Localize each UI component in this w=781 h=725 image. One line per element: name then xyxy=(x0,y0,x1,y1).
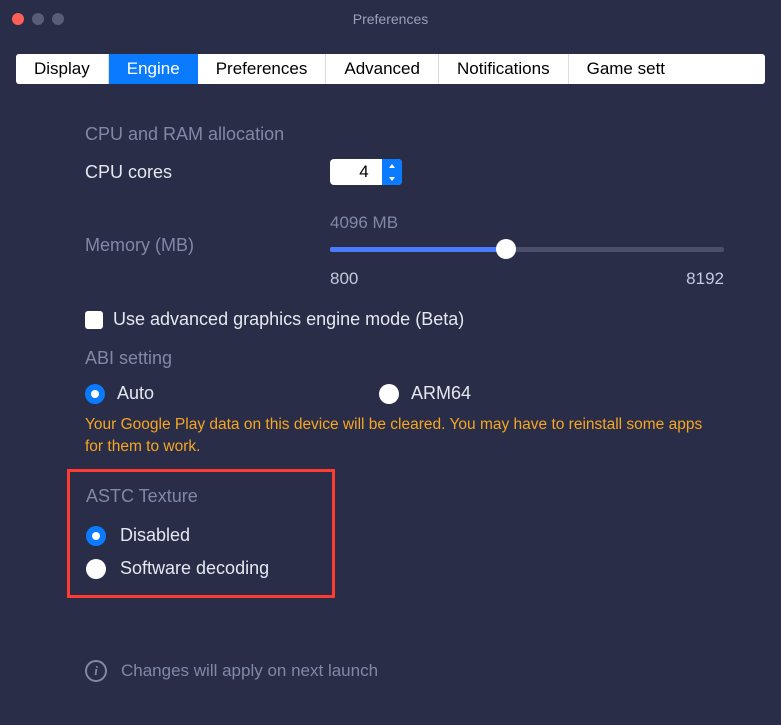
tab-advanced[interactable]: Advanced xyxy=(326,54,439,84)
abi-warning: Your Google Play data on this device wil… xyxy=(85,414,736,457)
window-title: Preferences xyxy=(353,11,428,27)
chevron-down-icon xyxy=(389,177,395,181)
memory-slider-group: 4096 MB 800 8192 xyxy=(330,213,736,289)
astc-section-title: ASTC Texture xyxy=(86,486,316,507)
memory-value: 4096 MB xyxy=(330,213,724,233)
info-icon: i xyxy=(85,660,107,682)
astc-disabled-group[interactable]: Disabled xyxy=(86,525,316,546)
abi-arm64-label: ARM64 xyxy=(411,383,471,404)
abi-auto-group[interactable]: Auto xyxy=(85,383,365,404)
abi-section-title: ABI setting xyxy=(85,348,736,369)
chevron-up-icon xyxy=(389,164,395,168)
info-row: i Changes will apply on next launch xyxy=(85,660,736,682)
cpu-cores-label: CPU cores xyxy=(85,162,330,183)
maximize-window-button[interactable] xyxy=(52,13,64,25)
tab-preferences[interactable]: Preferences xyxy=(198,54,327,84)
tab-game-settings[interactable]: Game sett xyxy=(569,54,683,84)
content-area: CPU and RAM allocation CPU cores 4 Memor… xyxy=(0,84,781,702)
abi-radio-row: Auto ARM64 xyxy=(85,383,736,404)
stepper-arrows[interactable] xyxy=(382,159,402,185)
info-text: Changes will apply on next launch xyxy=(121,661,378,681)
minimize-window-button[interactable] xyxy=(32,13,44,25)
memory-range-labels: 800 8192 xyxy=(330,269,724,289)
memory-row: Memory (MB) 4096 MB 800 8192 xyxy=(85,213,736,289)
memory-slider[interactable] xyxy=(330,239,724,259)
advanced-graphics-label: Use advanced graphics engine mode (Beta) xyxy=(113,309,464,330)
astc-software-group[interactable]: Software decoding xyxy=(86,558,316,579)
astc-highlight-box: ASTC Texture Disabled Software decoding xyxy=(67,469,335,598)
memory-label: Memory (MB) xyxy=(85,213,330,256)
close-window-button[interactable] xyxy=(12,13,24,25)
memory-max: 8192 xyxy=(686,269,724,289)
tab-bar: Display Engine Preferences Advanced Noti… xyxy=(16,54,765,84)
titlebar: Preferences xyxy=(0,0,781,38)
tab-display[interactable]: Display xyxy=(16,54,109,84)
cpu-cores-row: CPU cores 4 xyxy=(85,159,736,185)
astc-software-radio[interactable] xyxy=(86,559,106,579)
abi-arm64-radio[interactable] xyxy=(379,384,399,404)
tab-engine[interactable]: Engine xyxy=(109,54,198,84)
traffic-lights xyxy=(12,13,64,25)
abi-arm64-group[interactable]: ARM64 xyxy=(379,383,471,404)
astc-software-label: Software decoding xyxy=(120,558,269,579)
astc-disabled-label: Disabled xyxy=(120,525,190,546)
tab-notifications[interactable]: Notifications xyxy=(439,54,569,84)
cpu-ram-section-title: CPU and RAM allocation xyxy=(85,124,736,145)
abi-auto-radio[interactable] xyxy=(85,384,105,404)
cpu-cores-stepper[interactable]: 4 xyxy=(330,159,402,185)
advanced-graphics-row[interactable]: Use advanced graphics engine mode (Beta) xyxy=(85,309,736,330)
abi-auto-label: Auto xyxy=(117,383,154,404)
slider-thumb[interactable] xyxy=(496,239,516,259)
astc-disabled-radio[interactable] xyxy=(86,526,106,546)
advanced-graphics-checkbox[interactable] xyxy=(85,311,103,329)
memory-min: 800 xyxy=(330,269,358,289)
